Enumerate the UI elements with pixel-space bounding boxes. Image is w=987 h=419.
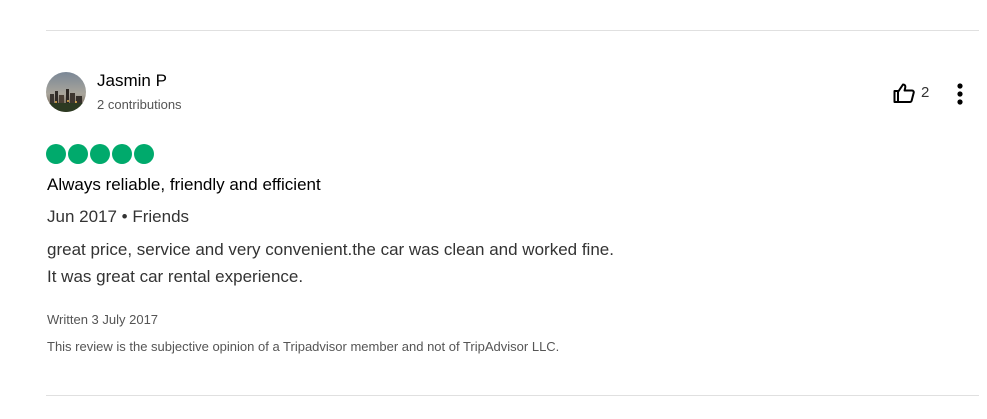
review-body-line: It was great car rental experience. (47, 267, 304, 286)
user-contributions: 2 contributions (97, 97, 182, 112)
rating-bubble-icon (134, 144, 154, 164)
more-options-button[interactable] (950, 82, 970, 106)
helpful-vote-button[interactable]: 2 (893, 83, 929, 103)
bottom-divider (46, 395, 979, 396)
trip-date-type: Jun 2017 • Friends (47, 207, 190, 226)
top-divider (46, 30, 979, 31)
review-disclaimer: This review is the subjective opinion of… (47, 339, 560, 354)
vertical-ellipsis-icon (957, 83, 963, 105)
rating-bubble-icon (112, 144, 132, 164)
rating-bubbles (46, 144, 154, 164)
written-date: Written 3 July 2017 (47, 312, 159, 327)
rating-bubble-icon (90, 144, 110, 164)
user-avatar[interactable] (46, 72, 86, 112)
review-body: great price, service and very convenient… (47, 236, 947, 290)
review-title[interactable]: Always reliable, friendly and efficient (47, 174, 321, 195)
avatar-city-photo (46, 72, 86, 112)
user-name[interactable]: Jasmin P (97, 71, 167, 91)
helpful-count: 2 (921, 84, 930, 101)
rating-bubble-icon (68, 144, 88, 164)
rating-bubble-icon (46, 144, 66, 164)
thumbs-up-icon (893, 83, 915, 103)
review-body-line: great price, service and very convenient… (47, 240, 614, 259)
